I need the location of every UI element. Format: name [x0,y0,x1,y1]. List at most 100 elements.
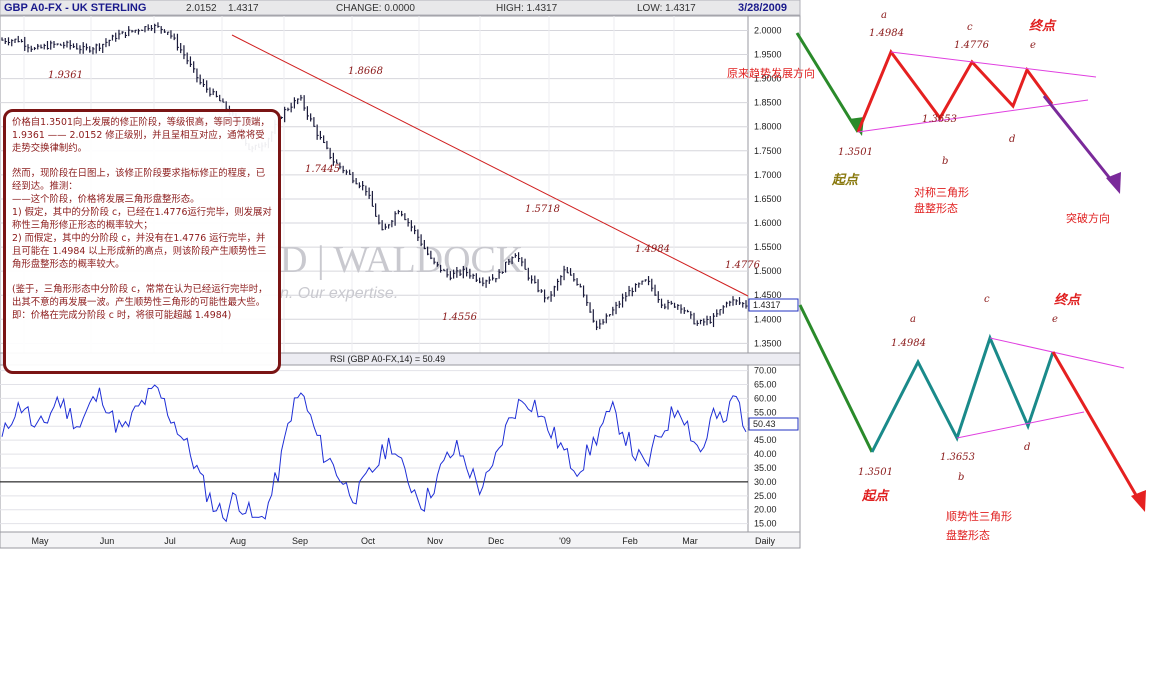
date-label: 3/28/2009 [738,2,787,14]
diagram-top-label-e: e [1030,40,1036,51]
diagram-top-lower-line [857,99,1089,133]
diagram-bottom-value-b: 1.3653 [940,452,975,463]
diagram-top-value-a: 1.4984 [869,28,904,39]
x-tick-label: Feb [622,536,638,546]
rsi-tick-label: 25.00 [754,491,777,501]
x-tick-label: Nov [427,536,444,546]
price-tick-label: 1.7000 [754,170,782,180]
diagram-top-end-label: 终点 [1029,18,1057,34]
diagram-top-start-label: 起点 [831,172,860,188]
price-annotation: 1.4776 [725,260,761,271]
diagram-top-label-d: d [1009,134,1015,145]
x-tick-label: Mar [682,536,698,546]
x-tick-label: Sep [292,536,308,546]
note-paragraph: 2) 而假定，其中的分阶段 c，并没有在1.4776 运行完毕，并且可能在 1.… [12,233,267,270]
x-tick-label: Aug [230,536,246,546]
price-tick-label: 1.5500 [754,242,782,252]
price-tick-label: 1.8500 [754,98,782,108]
diagram-bottom-label-a: a [910,314,916,325]
price-tick-label: 1.4000 [754,314,782,324]
x-tick-label: May [31,536,49,546]
diagram-bottom-label-d: d [1024,442,1030,453]
x-tick-label: Dec [488,536,505,546]
price-annotation: 1.7445 [305,164,340,175]
price-annotation: 1.9361 [48,70,83,81]
x-tick-label: Oct [361,536,376,546]
diagram-bottom-pattern-label-1: 顺势性三角形 [946,509,1012,523]
x-tick-label: Daily [755,536,776,546]
rsi-label: RSI (GBP A0-FX,14) = 50.49 [330,354,445,364]
last-price-value: 1.4317 [753,300,781,310]
price-annotation: 1.4984 [635,244,670,255]
max-price-label: 2.0152 [186,3,217,14]
diagram-top-pattern-label-2: 盘整形态 [914,201,958,215]
price-tick-label: 1.8000 [754,122,782,132]
rsi-tick-label: 30.00 [754,477,777,487]
diagram-continuation-triangle: a 1.4984 c e 1.3653 b d 1.3501 终点 起点 顺势性… [798,292,1146,542]
diagram-bottom-end-label: 终点 [1054,292,1082,308]
diagram-top-upper-line [890,51,1097,78]
diagram-top-label-b: b [942,156,948,167]
price-annotation: 1.5718 [525,204,560,215]
rsi-tick-label: 60.00 [754,393,777,403]
diagram-bottom-value-a: 1.4984 [891,338,926,349]
diagram-bottom-up-leg [798,304,874,453]
rsi-tick-label: 55.00 [754,407,777,417]
diagram-top-value-start: 1.3501 [838,147,873,158]
diagram-top-label-c: c [967,22,973,33]
diagram-bottom-pattern-label-2: 盘整形态 [946,528,990,542]
diagram-bottom-start-label: 起点 [861,488,890,504]
diagram-top-up-leg [795,32,860,133]
diagram-top-breakout [1042,95,1118,187]
diagram-top-pattern-label-1: 对称三角形 [914,185,969,199]
diagram-bottom-breakout [1051,351,1142,503]
rsi-tick-label: 45.00 [754,435,777,445]
note-paragraph: (鉴于，三角形形态中分阶段 c，常常在认为已经运行完毕时，出其不意的再发展一波。… [12,284,268,321]
price-tick-label: 1.7500 [754,146,782,156]
price-tick-label: 1.9500 [754,50,782,60]
price-tick-label: 2.0000 [754,25,782,35]
high-label: HIGH: 1.4317 [496,3,558,14]
low-label: LOW: 1.4317 [637,3,696,14]
x-tick-label: Jun [100,536,115,546]
diagram-top-breakout-label: 突破方向 [1066,211,1110,225]
note-paragraph: 价格自1.3501向上发展的修正阶段，等级很高，等同于顶端，1.9361 —— … [12,117,270,154]
diagram-bottom-lower-line [956,411,1085,439]
x-tick-label: '09 [559,536,571,546]
note-paragraph: 1) 假定，其中的分阶段 c，已经在1.4776运行完毕，则发展对称性三角形修正… [12,207,272,231]
rsi-panel: 70.0065.0060.0055.0050.0045.0040.0035.00… [0,364,801,533]
diagram-bottom-wave [870,333,1055,453]
chart-title: GBP A0-FX - UK STERLING [4,2,146,14]
watermark-logo: D | WALDOCK [280,239,524,281]
diagram-top-trend-label: 原来趋势发展方向 [727,66,815,80]
watermark-tagline: n. Our expertise. [280,285,398,302]
price-tick-label: 1.6500 [754,194,782,204]
x-tick-label: Jul [164,536,176,546]
last-price-label: 1.4317 [228,3,259,14]
x-axis: May Jun Jul Aug Sep Oct Nov Dec '09 Feb Mar Daily [0,531,801,549]
price-tick-label: 1.6000 [754,218,782,228]
rsi-tick-label: 15.00 [754,519,777,529]
note-paragraph: ——这个阶段，价格将发展三角形盘整形态。 [12,194,200,205]
price-annotation: 1.8668 [348,66,383,77]
price-annotation: 1.4556 [442,312,478,323]
analysis-note: 价格自1.3501向上发展的修正阶段，等级很高，等同于顶端，1.9361 —— … [3,109,281,374]
diagram-bottom-label-b: b [958,472,964,483]
rsi-tick-label: 40.00 [754,449,777,459]
diagram-top-value-c: 1.4776 [954,40,990,51]
change-label: CHANGE: 0.0000 [336,3,415,14]
last-rsi-value: 50.43 [753,419,776,429]
diagram-bottom-label-c: c [984,294,990,305]
rsi-tick-label: 20.00 [754,505,777,515]
note-paragraph: 然而，现阶段在日图上，该修正阶段要求指标修正的程度，已经到达。推测： [12,168,266,192]
rsi-tick-label: 35.00 [754,463,777,473]
diagram-top-label-a: a [881,10,887,21]
diagram-bottom-value-start: 1.3501 [858,467,893,478]
diagram-bottom-upper-line [989,337,1125,369]
rsi-tick-label: 65.00 [754,379,777,389]
rsi-tick-label: 70.00 [754,366,777,376]
header-bar: GBP A0-FX - UK STERLING 2.0152 1.4317 CH… [0,0,801,16]
diagram-top-value-b: 1.3653 [922,114,957,125]
diagram-bottom-label-e: e [1052,314,1058,325]
price-tick-label: 1.3500 [754,338,782,348]
